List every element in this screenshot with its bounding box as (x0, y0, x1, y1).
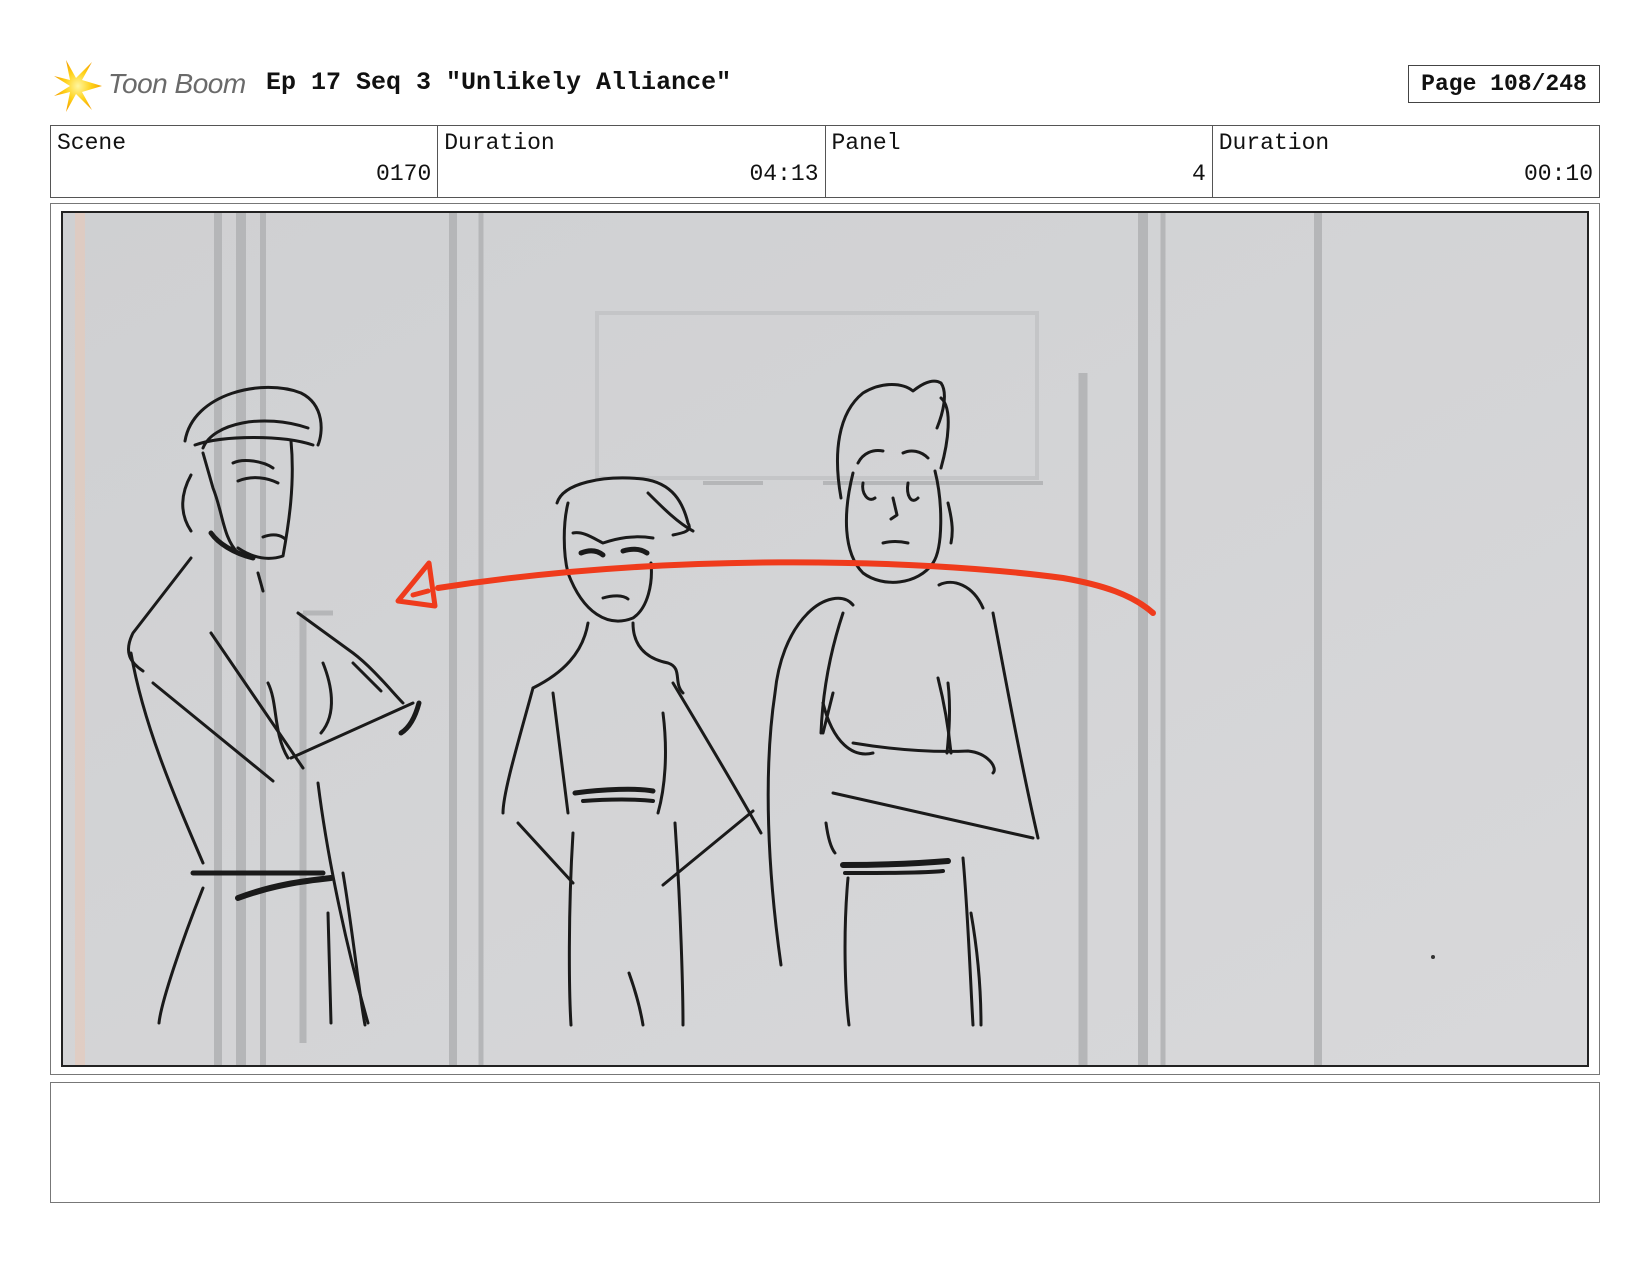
toon-boom-logo: Toon Boom (52, 58, 252, 114)
panel-duration-label: Duration (1218, 130, 1330, 156)
panel-label: Panel (831, 130, 901, 156)
scene-info-row: Scene 0170 Duration 04:13 Panel 4 Durati… (50, 125, 1600, 198)
scene-duration-cell: Duration 04:13 (438, 126, 826, 197)
panel-value: 4 (1191, 161, 1206, 187)
scene-duration-label: Duration (444, 130, 555, 156)
scene-value: 0170 (376, 161, 432, 187)
storyboard-panel (61, 211, 1589, 1067)
storyboard-sketch (63, 213, 1587, 1065)
panel-duration-value: 00:10 (1523, 161, 1593, 187)
scene-cell: Scene 0170 (51, 126, 439, 197)
scene-label: Scene (57, 130, 127, 156)
panel-cell: Panel 4 (826, 126, 1213, 197)
panel-notes-box (50, 1082, 1600, 1203)
logo-text: Toon Boom (108, 68, 246, 99)
page-number: Page 108/248 (1408, 65, 1600, 103)
star-burst-icon (54, 60, 102, 112)
sequence-title: Ep 17 Seq 3 "Unlikely Alliance" (266, 68, 732, 97)
panel-duration-cell: Duration 00:10 (1213, 126, 1599, 197)
scene-duration-value: 04:13 (749, 161, 819, 187)
